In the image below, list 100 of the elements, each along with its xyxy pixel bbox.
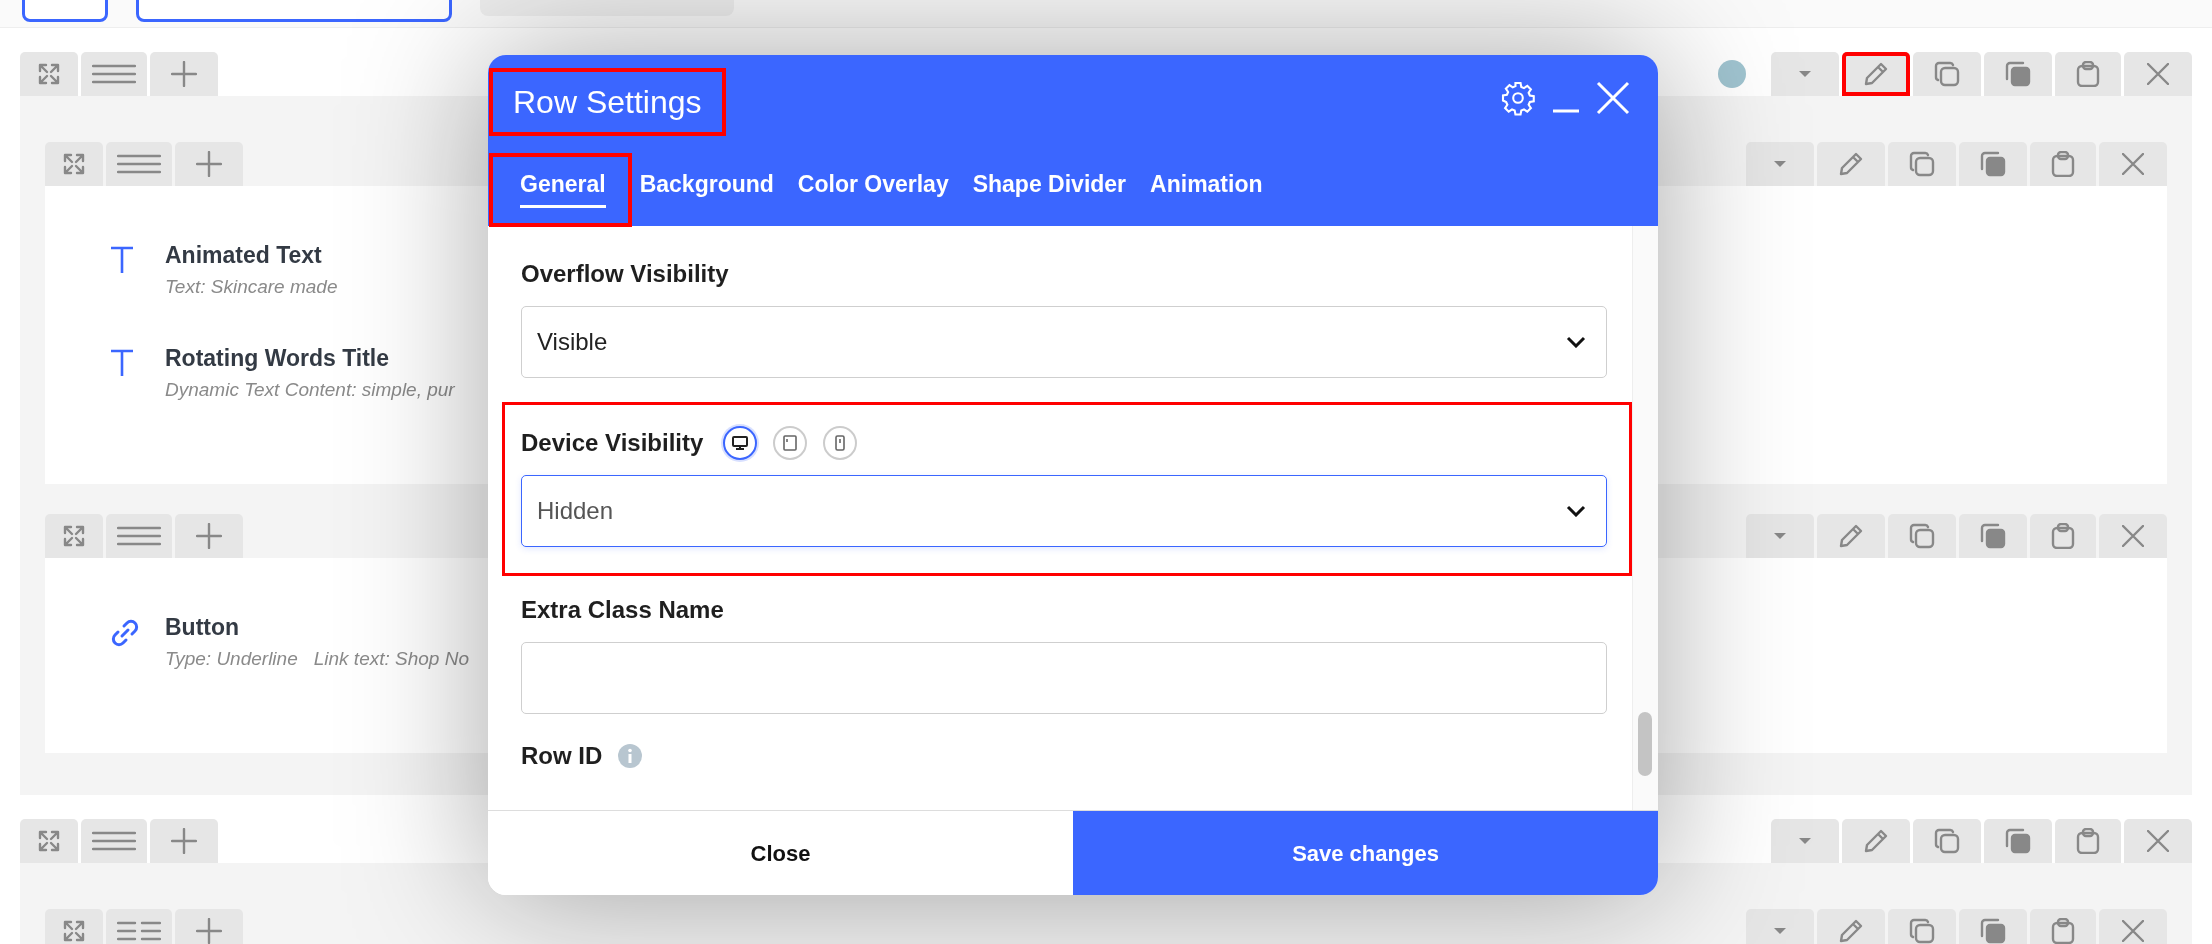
device-toggle[interactable] xyxy=(823,426,858,460)
settings-icon[interactable] xyxy=(1500,80,1536,116)
caret-icon xyxy=(1773,532,1787,540)
copy-button[interactable] xyxy=(1913,819,1981,863)
copy-button[interactable] xyxy=(1888,909,1956,944)
copy-button[interactable] xyxy=(1959,142,2027,186)
clipboard-button[interactable] xyxy=(2030,514,2096,558)
copy-icon xyxy=(1980,918,2006,944)
tab[interactable]: Background xyxy=(627,157,786,223)
expand-button[interactable] xyxy=(45,909,103,944)
copy-icon xyxy=(1980,523,2006,549)
copy-button[interactable] xyxy=(1913,52,1981,96)
plus-icon xyxy=(196,918,222,944)
plus-icon xyxy=(171,61,197,87)
save-button[interactable]: Save changes xyxy=(1073,811,1658,895)
close-button[interactable]: Close xyxy=(488,811,1073,895)
field-label: Row ID xyxy=(521,741,603,771)
select-field[interactable]: Hidden xyxy=(521,475,1607,547)
pencil-button[interactable] xyxy=(1817,514,1885,558)
caret-icon xyxy=(1773,160,1787,168)
drag-handle-icon xyxy=(117,525,161,547)
pencil-button[interactable] xyxy=(1817,909,1885,944)
copy-button[interactable] xyxy=(1888,514,1956,558)
tablet-icon xyxy=(783,435,798,451)
copy-button[interactable] xyxy=(1984,819,2052,863)
close-button[interactable] xyxy=(2124,52,2192,96)
field-label: Extra Class Name xyxy=(521,595,724,625)
clipboard-icon xyxy=(2076,61,2100,87)
close-icon xyxy=(2147,63,2169,85)
caret-icon xyxy=(1798,837,1812,845)
field-label: Device Visibility xyxy=(521,428,704,458)
expand-icon xyxy=(37,829,61,853)
clipboard-icon xyxy=(2051,918,2075,944)
pencil-icon xyxy=(1839,524,1863,548)
tab[interactable]: Shape Divider xyxy=(960,157,1139,223)
device-toggle[interactable] xyxy=(723,426,758,460)
drag-handle-button[interactable] xyxy=(106,514,172,558)
drag-handle-button[interactable] xyxy=(106,909,172,944)
copy-button[interactable] xyxy=(1888,142,1956,186)
drag-handle-button[interactable] xyxy=(81,819,147,863)
close-button[interactable] xyxy=(2124,819,2192,863)
expand-button[interactable] xyxy=(45,142,103,186)
plus-icon xyxy=(196,523,222,549)
close-button[interactable] xyxy=(2099,514,2167,558)
element-detail: Link text: Shop No xyxy=(313,646,469,671)
tab[interactable]: Color Overlay xyxy=(785,157,961,223)
field-label: Overflow Visibility xyxy=(521,259,729,289)
copy-icon xyxy=(1909,523,1935,549)
tab[interactable]: Animation xyxy=(1138,157,1275,223)
plus-icon xyxy=(171,828,197,854)
copy-icon xyxy=(1980,151,2006,177)
expand-icon xyxy=(62,524,86,548)
pencil-button[interactable] xyxy=(1842,52,1910,96)
chevron-icon xyxy=(1566,336,1586,348)
expand-icon xyxy=(37,62,61,86)
chevron-icon xyxy=(1566,505,1586,517)
copy-button[interactable] xyxy=(1959,514,2027,558)
close-icon[interactable] xyxy=(1596,81,1630,115)
pencil-button[interactable] xyxy=(1817,142,1885,186)
plus-button[interactable] xyxy=(175,514,243,558)
copy-icon xyxy=(1934,828,1960,854)
copy-icon xyxy=(2005,828,2031,854)
drag-handle-button[interactable] xyxy=(81,52,147,96)
plus-icon xyxy=(196,151,222,177)
plus-button[interactable] xyxy=(150,819,218,863)
clipboard-button[interactable] xyxy=(2030,909,2096,944)
copy-button[interactable] xyxy=(1984,52,2052,96)
select-field[interactable]: Visible xyxy=(521,306,1607,378)
close-button[interactable] xyxy=(2099,909,2167,944)
expand-button[interactable] xyxy=(45,514,103,558)
copy-icon xyxy=(1934,61,1960,87)
caret-icon xyxy=(1798,70,1812,78)
clipboard-button[interactable] xyxy=(2030,142,2096,186)
pencil-icon xyxy=(1839,919,1863,943)
link-icon xyxy=(110,618,140,648)
clipboard-icon xyxy=(2051,523,2075,549)
clipboard-icon xyxy=(2076,828,2100,854)
clipboard-button[interactable] xyxy=(2055,819,2121,863)
expand-button[interactable] xyxy=(20,819,78,863)
plus-button[interactable] xyxy=(150,52,218,96)
pencil-icon xyxy=(1864,62,1888,86)
plus-button[interactable] xyxy=(175,909,243,944)
text-icon xyxy=(110,246,134,274)
copy-icon xyxy=(2005,61,2031,87)
clipboard-button[interactable] xyxy=(2055,52,2121,96)
text-input[interactable] xyxy=(521,642,1607,714)
text-icon xyxy=(110,349,134,377)
plus-button[interactable] xyxy=(175,142,243,186)
scrollbar[interactable] xyxy=(1632,226,1658,810)
drag-handle-icon xyxy=(117,920,161,942)
pencil-button[interactable] xyxy=(1842,819,1910,863)
drag-handle-button[interactable] xyxy=(106,142,172,186)
device-toggle[interactable] xyxy=(773,426,808,460)
drag-handle-icon xyxy=(117,153,161,175)
close-icon xyxy=(2122,153,2144,175)
copy-button[interactable] xyxy=(1959,909,2027,944)
drag-handle-icon xyxy=(92,63,136,85)
close-button[interactable] xyxy=(2099,142,2167,186)
element-title: Rotating Words Title xyxy=(165,344,391,373)
expand-button[interactable] xyxy=(20,52,78,96)
